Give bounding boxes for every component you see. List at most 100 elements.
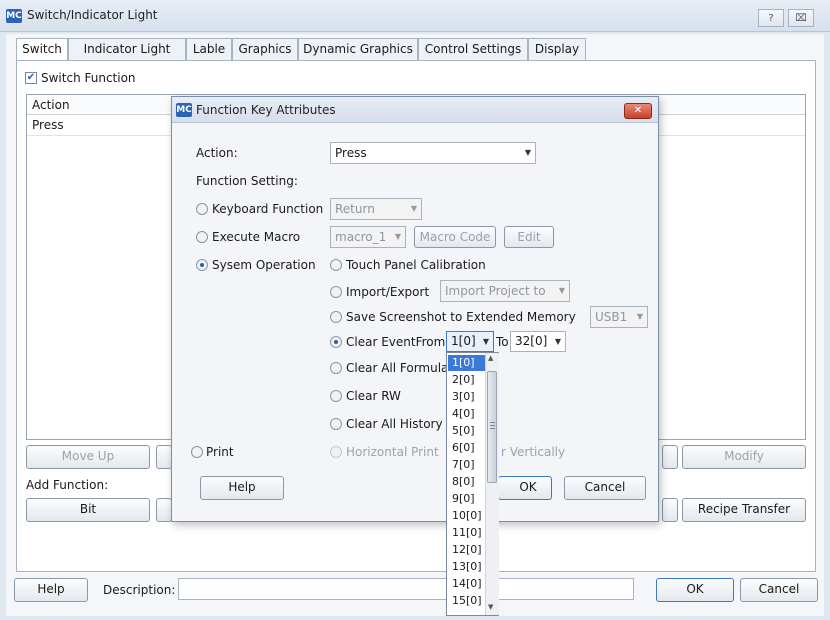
execute-macro-label: Execute Macro — [212, 230, 301, 244]
window-title: Switch/Indicator Light — [27, 8, 158, 22]
scroll-down-arrow-icon[interactable]: ▼ — [488, 603, 493, 611]
chevron-down-icon: ▼ — [410, 204, 417, 213]
dropdown-scroll-thumb[interactable] — [487, 371, 497, 483]
dropdown-option[interactable]: 6[0] — [448, 440, 486, 456]
description-input[interactable] — [178, 578, 634, 600]
touch-panel-radio[interactable] — [330, 259, 342, 271]
clear-rw-radio[interactable] — [330, 390, 342, 402]
switch-function-label: Switch Function — [41, 71, 136, 85]
touch-panel-label: Touch Panel Calibration — [346, 258, 486, 272]
tab-switch[interactable]: Switch — [16, 38, 68, 62]
chevron-down-icon: ▼ — [524, 148, 531, 157]
description-label: Description: — [103, 583, 176, 597]
grip-icon — [490, 422, 495, 423]
clear-formula-radio[interactable] — [330, 362, 342, 374]
cancel-button[interactable]: Cancel — [740, 578, 818, 602]
dropdown-option[interactable]: 12[0] — [448, 542, 486, 558]
save-screenshot-radio[interactable] — [330, 311, 342, 323]
function-button-partial[interactable] — [662, 498, 678, 522]
dialog-title: Function Key Attributes — [196, 103, 336, 117]
tab-lable[interactable]: Lable — [186, 38, 232, 61]
delete-button-partial[interactable] — [662, 445, 678, 469]
import-export-radio[interactable] — [330, 286, 342, 298]
dropdown-option[interactable]: 15[0] — [448, 593, 486, 609]
macro-select[interactable]: macro_1 ▼ — [330, 226, 406, 248]
tab-display[interactable]: Display — [528, 38, 586, 61]
dialog-cancel-button[interactable]: Cancel — [564, 476, 646, 500]
horizontal-print-label: Horizontal Print — [346, 445, 439, 459]
dropdown-option[interactable]: 9[0] — [448, 491, 486, 507]
clear-history-radio[interactable] — [330, 418, 342, 430]
list-item-label: Press — [32, 118, 64, 132]
close-caption-button[interactable]: ⌧ — [788, 9, 814, 27]
dropdown-option[interactable]: 2[0] — [448, 372, 486, 388]
tab-control-settings[interactable]: Control Settings — [418, 38, 528, 61]
dropdown-option[interactable]: 8[0] — [448, 474, 486, 490]
move-down-button-partial[interactable] — [156, 445, 172, 469]
keyboard-function-label: Keyboard Function — [212, 202, 324, 216]
switch-function-checkbox[interactable]: ✔ — [25, 72, 37, 84]
help-button[interactable]: Help — [14, 578, 88, 602]
clear-formula-label: Clear All Formula — [346, 361, 449, 375]
system-operation-label: Sysem Operation — [212, 258, 316, 272]
tab-dynamic-graphics[interactable]: Dynamic Graphics — [298, 38, 418, 61]
chevron-down-icon: ▼ — [394, 232, 401, 241]
horizontal-print-radio[interactable] — [330, 446, 342, 458]
action-select-value: Press — [335, 146, 367, 160]
dialog-titlebar: MC Function Key Attributes ✕ — [172, 97, 658, 123]
tab-graphics[interactable]: Graphics — [232, 38, 298, 61]
chevron-down-icon: ▼ — [636, 312, 643, 321]
word-button-partial[interactable] — [156, 498, 172, 522]
macro-code-button[interactable]: Macro Code — [414, 226, 496, 248]
clear-event-from-dropdown[interactable]: 1[0] 2[0] 3[0] 4[0] 5[0] 6[0] 7[0] 8[0] … — [446, 352, 499, 616]
ok-button[interactable]: OK — [656, 578, 734, 602]
clear-event-from-select[interactable]: 1[0] ▼ — [446, 331, 494, 352]
help-caption-button[interactable]: ? — [758, 9, 784, 27]
dropdown-option[interactable]: 1[0] — [448, 355, 486, 371]
system-operation-radio[interactable] — [196, 259, 208, 271]
edit-macro-button[interactable]: Edit — [504, 226, 554, 248]
clear-event-to-label: To — [496, 335, 509, 349]
dialog-ok-button[interactable]: OK — [498, 476, 552, 500]
dialog-help-button[interactable]: Help — [200, 476, 284, 500]
keyboard-function-value: Return — [335, 202, 375, 216]
scroll-up-arrow-icon[interactable]: ▲ — [488, 354, 493, 362]
print-radio[interactable] — [191, 446, 203, 458]
save-screenshot-select[interactable]: USB1 ▼ — [590, 306, 648, 328]
add-function-label: Add Function: — [26, 478, 109, 492]
clear-rw-label: Clear RW — [346, 389, 401, 403]
app-logo-icon: MC — [6, 9, 22, 23]
dropdown-option[interactable]: 4[0] — [448, 406, 486, 422]
tab-indicator-light[interactable]: Indicator Light — [68, 38, 186, 61]
dropdown-option[interactable]: 14[0] — [448, 576, 486, 592]
keyboard-function-radio[interactable] — [196, 203, 208, 215]
import-export-label: Import/Export — [346, 285, 430, 299]
dropdown-option[interactable]: 11[0] — [448, 525, 486, 541]
action-column-header[interactable]: Action — [32, 98, 70, 112]
clear-event-to-value: 32[0] — [515, 334, 548, 348]
chevron-down-icon: ▼ — [558, 286, 565, 295]
vertical-print-label: r Vertically — [501, 445, 566, 459]
dropdown-option[interactable]: 3[0] — [448, 389, 486, 405]
clear-event-radio[interactable] — [330, 336, 342, 348]
keyboard-function-select[interactable]: Return ▼ — [330, 198, 422, 220]
action-label: Action: — [196, 146, 238, 160]
modify-button[interactable]: Modify — [682, 445, 806, 469]
import-export-select[interactable]: Import Project to ▼ — [440, 280, 570, 302]
move-up-button[interactable]: Move Up — [26, 445, 150, 469]
action-select[interactable]: Press ▼ — [330, 142, 536, 164]
window-titlebar: MC Switch/Indicator Light ? ⌧ — [0, 0, 830, 32]
dropdown-option[interactable]: 5[0] — [448, 423, 486, 439]
clear-event-from-value: 1[0] — [451, 334, 476, 348]
clear-event-label: Clear EventFrom — [346, 335, 446, 349]
chevron-down-icon: ▼ — [554, 337, 561, 346]
save-screenshot-label: Save Screenshot to Extended Memory — [346, 310, 576, 324]
dropdown-option[interactable]: 7[0] — [448, 457, 486, 473]
clear-event-to-select[interactable]: 32[0] ▼ — [510, 331, 566, 352]
execute-macro-radio[interactable] — [196, 231, 208, 243]
recipe-transfer-button[interactable]: Recipe Transfer — [682, 498, 806, 522]
dropdown-option[interactable]: 13[0] — [448, 559, 486, 575]
dropdown-option[interactable]: 10[0] — [448, 508, 486, 524]
dialog-close-icon[interactable]: ✕ — [624, 103, 652, 119]
bit-button[interactable]: Bit — [26, 498, 150, 522]
